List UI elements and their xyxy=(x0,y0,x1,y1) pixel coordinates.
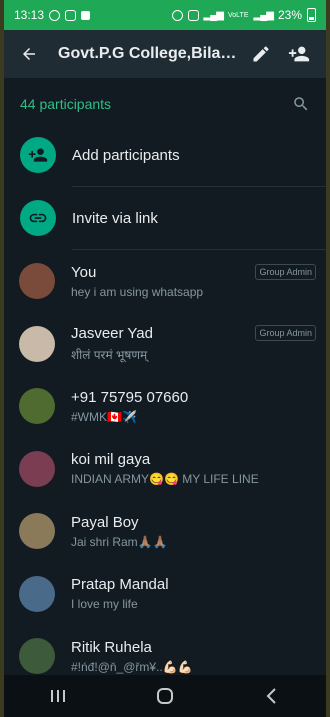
add-participant-button[interactable] xyxy=(282,37,316,71)
member-about: शीलं परमं भूषणम् xyxy=(71,347,148,362)
system-nav-bar xyxy=(4,675,326,717)
admin-badge: Group Admin xyxy=(255,325,316,342)
member-name: You xyxy=(71,263,97,281)
member-row[interactable]: Payal Boy Jai shri Ram🙏🏽🙏🏽 xyxy=(4,500,326,563)
status-bar: 13:13 ▂▄▆ VoLTE ▂▄▆ 23% xyxy=(4,0,326,30)
invite-link-avatar xyxy=(20,200,56,236)
alarm-icon xyxy=(171,9,183,21)
admin-badge: Group Admin xyxy=(255,264,316,281)
member-list: You Group Admin hey i am using whatsapp … xyxy=(4,250,326,688)
recents-icon xyxy=(50,690,65,702)
member-about: I love my life xyxy=(71,597,138,612)
call-icon xyxy=(65,9,77,21)
group-title: Govt.P.G College,Bila… xyxy=(58,45,237,62)
invite-link-label: Invite via link xyxy=(72,209,158,227)
avatar xyxy=(19,388,55,425)
add-participants-row[interactable]: Add participants xyxy=(4,124,326,186)
chevron-left-icon xyxy=(266,688,277,704)
clock: 13:13 xyxy=(14,8,45,22)
avatar xyxy=(19,638,55,675)
app-frame: 13:13 ▂▄▆ VoLTE ▂▄▆ 23% Govt.P.G College… xyxy=(4,0,326,717)
member-about: #WMK🇨🇦✈️ xyxy=(71,409,137,424)
cell-signal-icon: ▂▄▆ xyxy=(253,9,274,21)
member-name: Ritik Ruhela xyxy=(71,638,152,656)
member-row[interactable]: Jasveer Yad Group Admin शीलं परमं भूषणम् xyxy=(4,313,326,376)
avatar xyxy=(19,513,55,550)
whatsapp-icon xyxy=(49,9,61,21)
member-name: Jasveer Yad xyxy=(71,324,153,342)
home-icon xyxy=(156,688,173,704)
member-name: Payal Boy xyxy=(71,513,139,531)
member-about: hey i am using whatsapp xyxy=(71,284,204,299)
back-nav-button[interactable] xyxy=(252,679,292,713)
wifi-signal-icon: ▂▄▆ xyxy=(203,9,224,21)
battery-percent: 23% xyxy=(277,8,302,22)
participant-count: 44 participants xyxy=(20,96,112,112)
app-bar: Govt.P.G College,Bila… xyxy=(4,30,326,78)
edit-button[interactable] xyxy=(244,37,278,71)
avatar xyxy=(19,450,55,487)
member-about: #!ńđ!@ň_@řm¥..💪🏻💪🏻 xyxy=(71,659,193,674)
avatar xyxy=(19,575,55,612)
participants-header: 44 participants xyxy=(4,84,326,124)
member-row[interactable]: koi mil gaya INDIAN ARMY😋😋 MY LIFE LINE xyxy=(4,438,326,501)
mute-icon xyxy=(187,9,199,21)
back-button[interactable] xyxy=(14,39,44,69)
add-person-icon xyxy=(28,148,48,162)
member-row[interactable]: You Group Admin hey i am using whatsapp xyxy=(4,250,326,313)
avatar xyxy=(19,325,55,362)
add-participants-label: Add participants xyxy=(72,146,180,164)
notification-icon xyxy=(81,10,91,20)
member-about: INDIAN ARMY😋😋 MY LIFE LINE xyxy=(71,472,259,487)
network-label: VoLTE xyxy=(228,11,249,19)
link-icon xyxy=(29,213,47,223)
member-name: Pratap Mandal xyxy=(71,576,169,594)
arrow-left-icon xyxy=(23,48,35,60)
member-row[interactable]: Pratap Mandal I love my life xyxy=(4,563,326,626)
add-participants-avatar xyxy=(20,137,56,173)
home-button[interactable] xyxy=(145,679,185,713)
member-name: +91 75795 07660 xyxy=(71,388,189,406)
battery-icon xyxy=(307,8,316,22)
recents-button[interactable] xyxy=(38,679,78,713)
invite-link-row[interactable]: Invite via link xyxy=(4,187,326,249)
member-about: Jai shri Ram🙏🏽🙏🏽 xyxy=(71,534,168,549)
search-icon[interactable] xyxy=(292,95,310,113)
member-name: koi mil gaya xyxy=(71,451,151,469)
add-person-icon xyxy=(288,46,310,62)
pencil-icon xyxy=(253,46,269,62)
avatar xyxy=(19,263,55,300)
member-row[interactable]: +91 75795 07660 #WMK🇨🇦✈️ xyxy=(4,375,326,438)
